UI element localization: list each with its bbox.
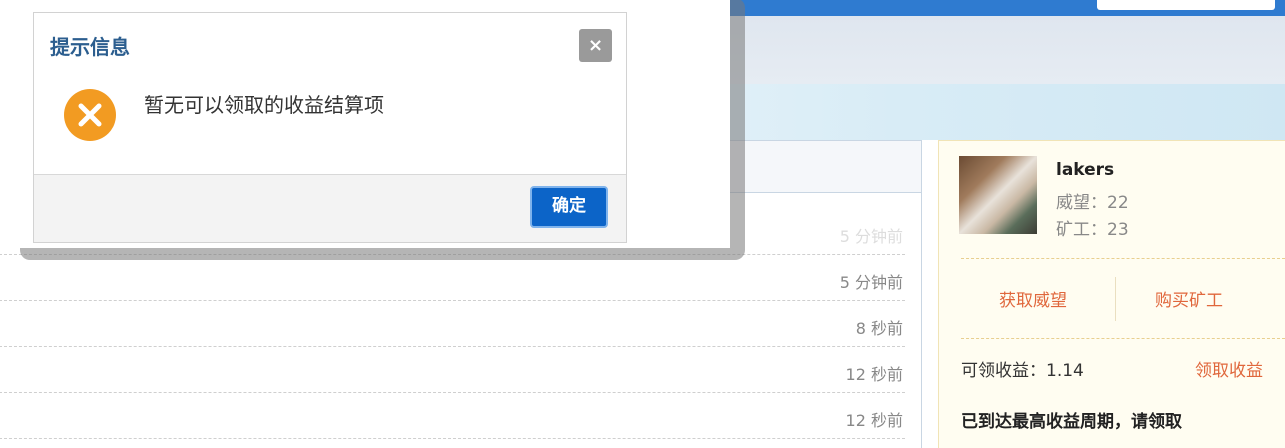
dialog-footer: 确定 bbox=[34, 174, 626, 242]
username[interactable]: lakers bbox=[1056, 160, 1114, 180]
divider bbox=[961, 338, 1285, 339]
item-time: 5 分钟前 bbox=[839, 273, 903, 292]
avatar[interactable] bbox=[959, 156, 1037, 234]
item-time: 8 秒前 bbox=[855, 319, 903, 338]
search-input[interactable] bbox=[1097, 0, 1275, 10]
claimable-earnings: 可领收益：1.14 bbox=[961, 361, 1084, 381]
message-dialog: 提示信息 × 暂无可以领取的收益结算项 确定 bbox=[33, 12, 627, 243]
divider bbox=[1115, 277, 1116, 321]
dialog-title: 提示信息 bbox=[50, 35, 130, 59]
buy-miners-link[interactable]: 购买矿工 bbox=[1155, 286, 1223, 311]
divider bbox=[961, 258, 1285, 259]
list-item: 12 秒前 bbox=[0, 393, 905, 439]
miners-stat: 矿工：23 bbox=[1056, 220, 1129, 240]
list-item: 5 分钟前 bbox=[0, 255, 905, 301]
confirm-button[interactable]: 确定 bbox=[530, 186, 608, 228]
claim-earnings-link[interactable]: 领取收益 bbox=[1195, 356, 1263, 381]
list-item: 12 秒前 bbox=[0, 347, 905, 393]
get-prestige-link[interactable]: 获取威望 bbox=[999, 286, 1067, 311]
dialog-message: 暂无可以领取的收益结算项 bbox=[144, 93, 384, 117]
item-time: 5 分钟前 bbox=[839, 227, 903, 246]
error-x-icon bbox=[64, 89, 116, 141]
item-time: 12 秒前 bbox=[845, 365, 903, 384]
dialog-close-button[interactable]: × bbox=[579, 29, 612, 62]
claim-notice: 已到达最高收益周期，请领取 bbox=[961, 412, 1182, 432]
list-item: 8 秒前 bbox=[0, 301, 905, 347]
item-time: 12 秒前 bbox=[845, 411, 903, 430]
prestige-stat: 威望：22 bbox=[1056, 193, 1129, 213]
user-sidebar: lakers 威望：22 矿工：23 获取威望 购买矿工 可领收益：1.14 领… bbox=[938, 140, 1285, 448]
